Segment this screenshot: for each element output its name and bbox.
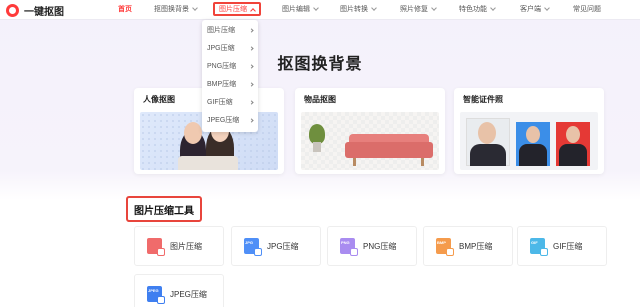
brand-name: 一键抠图 bbox=[24, 7, 64, 18]
dropdown-item-gif-compress[interactable]: GIF压缩 bbox=[207, 96, 255, 108]
tool-png-compress[interactable]: PNG PNG压缩 bbox=[327, 226, 417, 266]
dropdown-label: PNG压缩 bbox=[207, 63, 237, 70]
dropdown-label: GIF压缩 bbox=[207, 99, 233, 106]
card-title: 物品抠图 bbox=[304, 95, 336, 104]
dropdown-label: JPEG压缩 bbox=[207, 117, 240, 124]
card-title: 智能证件照 bbox=[463, 95, 503, 104]
card-title: 人像抠图 bbox=[143, 95, 175, 104]
sofa-illustration bbox=[301, 112, 439, 170]
jpeg-icon: JPEG bbox=[147, 286, 165, 304]
dropdown-label: 图片压缩 bbox=[207, 27, 235, 34]
chevron-down-icon bbox=[313, 5, 319, 11]
dropdown-label: BMP压缩 bbox=[207, 81, 237, 88]
gif-icon: GIF bbox=[530, 238, 548, 256]
jpg-icon: JPG bbox=[244, 238, 262, 256]
nav-item-cutout-background[interactable]: 抠图换背景 bbox=[154, 4, 198, 14]
dropdown-item-image-compress[interactable]: 图片压缩 bbox=[207, 24, 255, 36]
nav-label: 照片修复 bbox=[400, 6, 428, 13]
image-compress-icon bbox=[147, 238, 165, 256]
compress-dropdown-menu: 图片压缩 JPG压缩 PNG压缩 BMP压缩 GIF压缩 JPEG压缩 bbox=[202, 20, 258, 132]
png-icon: PNG bbox=[340, 238, 358, 256]
tool-gif-compress[interactable]: GIF GIF压缩 bbox=[517, 226, 607, 266]
nav-item-features[interactable]: 特色功能 bbox=[459, 4, 496, 14]
tool-label: BMP压缩 bbox=[459, 241, 493, 251]
chevron-right-icon bbox=[249, 99, 254, 105]
nav-item-image-compress[interactable]: 图片压缩 bbox=[213, 2, 261, 16]
nav-label: 客户端 bbox=[520, 6, 541, 13]
card-object-cutout[interactable]: 物品抠图 bbox=[295, 88, 445, 174]
tool-jpg-compress[interactable]: JPG JPG压缩 bbox=[231, 226, 321, 266]
tool-label: GIF压缩 bbox=[553, 241, 583, 251]
dropdown-item-jpg-compress[interactable]: JPG压缩 bbox=[207, 42, 255, 54]
chevron-right-icon bbox=[249, 63, 254, 69]
bmp-icon: BMP bbox=[436, 238, 454, 256]
hero-title: 抠图换背景 bbox=[277, 56, 363, 73]
tool-jpeg-compress[interactable]: JPEG JPEG压缩 bbox=[134, 274, 224, 307]
section-title: 图片压缩工具 bbox=[126, 196, 202, 222]
chevron-up-icon bbox=[250, 7, 256, 14]
tool-label: PNG压缩 bbox=[363, 241, 397, 251]
dropdown-item-bmp-compress[interactable]: BMP压缩 bbox=[207, 78, 255, 90]
tool-label: JPEG压缩 bbox=[170, 289, 207, 299]
chevron-right-icon bbox=[249, 27, 254, 33]
id-photo-illustration bbox=[460, 112, 598, 170]
chevron-right-icon bbox=[249, 81, 254, 87]
card-smart-id-photo[interactable]: 智能证件照 bbox=[454, 88, 604, 174]
nav-label: 抠图换背景 bbox=[154, 6, 189, 13]
chevron-right-icon bbox=[249, 45, 254, 51]
dropdown-label: JPG压缩 bbox=[207, 45, 235, 52]
nav-item-client[interactable]: 客户端 bbox=[520, 4, 550, 14]
tool-label: 图片压缩 bbox=[170, 241, 202, 251]
chevron-right-icon bbox=[249, 117, 254, 123]
nav-item-faq[interactable]: 常见问题 bbox=[573, 4, 601, 14]
nav-item-home[interactable]: 首页 bbox=[118, 4, 132, 14]
chevron-down-icon bbox=[490, 5, 496, 11]
nav-label: 图片转换 bbox=[340, 6, 368, 13]
dropdown-item-png-compress[interactable]: PNG压缩 bbox=[207, 60, 255, 72]
top-navbar: 一键抠图 首页 抠图换背景 图片压缩 图片编辑 图片转换 照片修复 特色功能 客… bbox=[0, 0, 640, 20]
tool-image-compress[interactable]: 图片压缩 bbox=[134, 226, 224, 266]
nav-label: 图片压缩 bbox=[219, 6, 247, 13]
nav-label: 特色功能 bbox=[459, 6, 487, 13]
tool-bmp-compress[interactable]: BMP BMP压缩 bbox=[423, 226, 513, 266]
chevron-down-icon bbox=[192, 5, 198, 11]
nav-label: 图片编辑 bbox=[282, 6, 310, 13]
chevron-down-icon bbox=[431, 5, 437, 11]
nav-item-image-convert[interactable]: 图片转换 bbox=[340, 4, 377, 14]
logo-icon bbox=[6, 4, 19, 17]
tool-label: JPG压缩 bbox=[267, 241, 299, 251]
nav-label: 常见问题 bbox=[573, 6, 601, 13]
chevron-down-icon bbox=[371, 5, 377, 11]
chevron-down-icon bbox=[544, 5, 550, 11]
nav-label: 首页 bbox=[118, 6, 132, 13]
dropdown-item-jpeg-compress[interactable]: JPEG压缩 bbox=[207, 114, 255, 126]
nav-item-photo-repair[interactable]: 照片修复 bbox=[400, 4, 437, 14]
brand-logo[interactable]: 一键抠图 bbox=[6, 3, 64, 18]
nav-item-image-edit[interactable]: 图片编辑 bbox=[282, 4, 319, 14]
